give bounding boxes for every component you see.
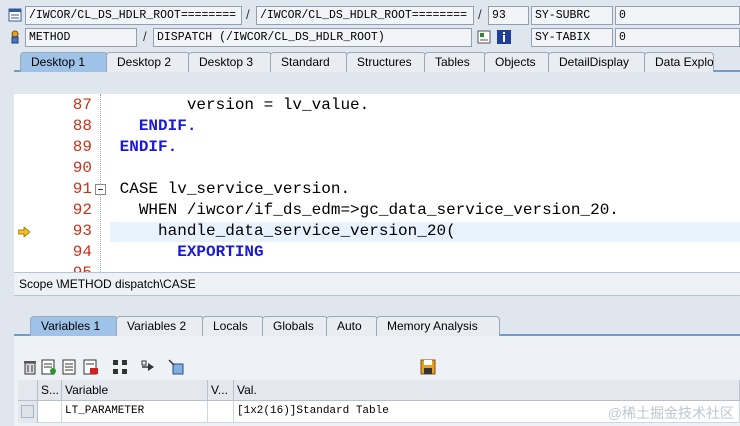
desktop-tabstrip: Desktop 1 Desktop 2 Desktop 3 Standard Struc… [14, 50, 740, 72]
tab-auto[interactable]: Auto [326, 316, 378, 336]
info-row-method: METHOD / DISPATCH (/IWCOR/CL_DS_HDLR_ROO… [0, 27, 740, 49]
sysvar-value-field-2[interactable]: 0 [615, 28, 740, 47]
sysvar-name-field-2[interactable]: SY-TABIX [531, 28, 613, 47]
save-icon[interactable] [420, 359, 436, 375]
tab-data-explo[interactable]: Data Explo [644, 52, 714, 72]
source-code-editor[interactable]: 87 version = lv_value. 88 ENDIF. 89 ENDIF.… [14, 94, 740, 272]
keyword: ENDIF. [138, 117, 197, 135]
code-text: version = lv_value. [186, 96, 370, 114]
tab-tables[interactable]: Tables [424, 52, 486, 72]
line-number: 89 [72, 138, 92, 156]
column-header-status[interactable]: S... [38, 380, 62, 401]
line-number: 92 [72, 201, 92, 219]
code-line[interactable]: handle_data_service_version_20( [110, 222, 456, 240]
line-number-field[interactable]: 93 [488, 6, 529, 25]
code-line[interactable]: version = lv_value. [110, 96, 369, 114]
abap-debugger-window: /IWCOR/CL_DS_HDLR_ROOT======== / /IWCOR/… [0, 0, 740, 426]
separator: / [143, 29, 147, 44]
code-line[interactable]: ENDIF. [110, 138, 178, 156]
column-header-variable[interactable]: Variable [62, 380, 208, 401]
select-all-header[interactable] [18, 380, 38, 401]
row-selector[interactable] [18, 401, 38, 423]
column-header-value[interactable]: Val. [234, 380, 740, 401]
navigate-icon[interactable] [140, 359, 156, 375]
line-number: 90 [72, 159, 92, 177]
detail-view-icon[interactable] [41, 359, 57, 375]
breakpoint-gutter[interactable] [14, 94, 34, 272]
line-number: 91 [72, 180, 92, 198]
line-number: 88 [72, 117, 92, 135]
tab-variables-1[interactable]: Variables 1 [30, 316, 118, 336]
list-view-icon[interactable] [62, 359, 78, 375]
status-cell [38, 401, 62, 423]
fold-guide [100, 94, 101, 272]
code-text: WHEN /iwcor/if_ds_edm=>gc_data_service_v… [138, 201, 619, 219]
display-source-icon[interactable] [477, 30, 491, 44]
variables-tabstrip: Variables 1 Variables 2 Locals Globals Auto M… [14, 314, 740, 336]
info-icon[interactable] [497, 30, 511, 44]
variable-cell[interactable]: LT_PARAMETER [62, 401, 208, 423]
tab-desktop-3[interactable]: Desktop 3 [188, 52, 272, 72]
delete-icon[interactable] [22, 359, 38, 375]
tab-variables-2[interactable]: Variables 2 [116, 316, 204, 336]
line-number: 94 [72, 243, 92, 261]
current-statement-arrow-icon [18, 227, 30, 237]
line-number: 95 [36, 264, 92, 272]
watermark: @稀土掘金技术社区 [607, 405, 734, 421]
method-name-field[interactable]: DISPATCH (/IWCOR/CL_DS_HDLR_ROOT) [153, 28, 472, 47]
column-header-v[interactable]: V... [208, 380, 234, 401]
code-text: CASE lv_service_version. [119, 180, 351, 198]
info-row-program: /IWCOR/CL_DS_HDLR_ROOT======== / /IWCOR/… [0, 5, 740, 27]
tree-structure-icon[interactable] [112, 359, 128, 375]
tab-globals[interactable]: Globals [262, 316, 328, 336]
scope-bar: Scope \METHOD dispatch\CASE [14, 272, 740, 296]
code-line[interactable]: CASE lv_service_version. [110, 180, 350, 198]
main-program-field[interactable]: /IWCOR/CL_DS_HDLR_ROOT======== [25, 6, 242, 25]
v-cell [208, 401, 234, 423]
keyword: ENDIF. [119, 138, 178, 156]
tab-desktop-2[interactable]: Desktop 2 [106, 52, 190, 72]
tab-objects[interactable]: Objects [484, 52, 550, 72]
remove-entry-icon[interactable] [83, 359, 99, 375]
include-field[interactable]: /IWCOR/CL_DS_HDLR_ROOT======== [256, 6, 474, 25]
tab-memory-analysis[interactable]: Memory Analysis [376, 316, 500, 336]
code-line[interactable]: WHEN /iwcor/if_ds_edm=>gc_data_service_v… [110, 201, 619, 219]
tab-desktop-1[interactable]: Desktop 1 [20, 52, 108, 72]
code-line[interactable]: ENDIF. [110, 117, 197, 135]
separator: / [246, 7, 250, 22]
method-icon [11, 30, 19, 44]
sysvar-value-field[interactable]: 0 [615, 6, 740, 25]
tab-structures[interactable]: Structures [346, 52, 426, 72]
tab-standard[interactable]: Standard [270, 52, 348, 72]
separator: / [478, 7, 482, 22]
keyword: EXPORTING [177, 243, 264, 261]
line-number: 93 [72, 222, 92, 240]
code-line[interactable]: EXPORTING [110, 243, 264, 261]
program-icon [8, 8, 22, 22]
tab-detaildisplay[interactable]: DetailDisplay [548, 52, 646, 72]
event-type-field[interactable]: METHOD [25, 28, 137, 47]
sysvar-name-field[interactable]: SY-SUBRC [531, 6, 613, 25]
open-object-icon[interactable] [168, 359, 184, 375]
code-text: handle_data_service_version_20( [158, 222, 456, 240]
collapse-block-icon[interactable] [95, 184, 106, 195]
line-number: 87 [72, 96, 92, 114]
tab-locals[interactable]: Locals [202, 316, 264, 336]
